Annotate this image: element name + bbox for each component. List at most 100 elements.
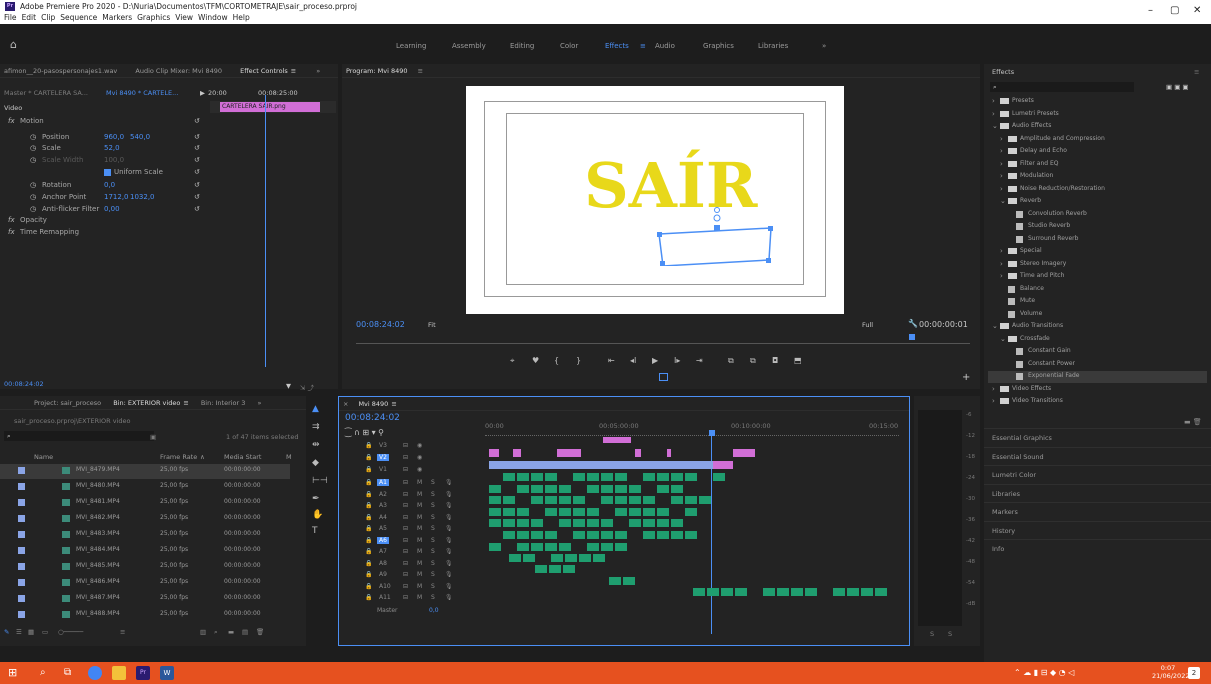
edit-pencil-icon[interactable]: ✎ <box>4 628 9 636</box>
voice-over-icon[interactable]: 🎙 <box>445 525 453 532</box>
property-value[interactable]: 100,0 <box>104 156 124 164</box>
effects-tree-item[interactable]: Constant Power <box>988 359 1207 371</box>
audio-clip[interactable] <box>545 531 557 539</box>
tab-project[interactable]: Project: sair_proceso <box>34 399 101 407</box>
workspace-section-markers[interactable]: Markers <box>984 502 1211 520</box>
audio-clip[interactable] <box>777 588 789 596</box>
minimize-button[interactable]: – <box>1148 5 1153 16</box>
track-name[interactable]: V3 <box>377 442 389 449</box>
audio-clip[interactable] <box>671 496 683 504</box>
mute-button[interactable]: M <box>417 491 422 498</box>
master-value[interactable]: 0,0 <box>429 607 439 614</box>
play-clip-icon[interactable]: ▶ <box>200 89 205 97</box>
comparison-view-icon[interactable]: ⬒ <box>794 356 802 365</box>
transform-handles[interactable] <box>651 206 781 266</box>
audio-clip[interactable] <box>601 543 613 551</box>
effects-tree-item[interactable]: › Video Transitions <box>988 396 1207 408</box>
effects-tree-item[interactable]: › Presets <box>988 96 1207 108</box>
project-item-row[interactable]: MVI_8484.MP4 25,00 fps 00:00:00:00 <box>0 544 290 559</box>
clip[interactable] <box>489 461 733 469</box>
audio-clip[interactable] <box>517 508 529 516</box>
workspace-graphics[interactable]: Graphics <box>703 42 734 50</box>
audio-clip[interactable] <box>671 519 683 527</box>
chevron-right-icon[interactable]: › <box>1000 147 1003 155</box>
mark-in-icon[interactable]: { <box>554 356 559 365</box>
audio-clip[interactable] <box>551 554 563 562</box>
audio-clip[interactable] <box>615 496 627 504</box>
project-item-row[interactable]: MVI_8485.MP4 25,00 fps 00:00:00:00 <box>0 560 290 575</box>
audio-clip[interactable] <box>587 519 599 527</box>
track-lock-icon[interactable]: 🔒 <box>365 537 372 544</box>
menu-clip[interactable]: Clip <box>41 13 55 22</box>
system-tray-icons[interactable]: ⌃ ☁ ▮ ⊟ ◆ ◔ ◁ <box>1014 668 1074 677</box>
audio-clip[interactable] <box>573 473 585 481</box>
audio-clip[interactable] <box>615 508 627 516</box>
effects-tree-item[interactable]: › Special <box>988 246 1207 258</box>
track-name[interactable]: A7 <box>377 548 389 555</box>
track-lock-icon[interactable]: 🔒 <box>365 594 372 601</box>
icon-view-icon[interactable]: ▦ <box>28 628 34 636</box>
effect-property-row[interactable]: Uniform Scale ↺ <box>0 168 208 179</box>
property-value[interactable]: 960,0 <box>104 133 124 141</box>
mute-button[interactable]: M <box>417 594 422 601</box>
stopwatch-icon[interactable]: ◷ <box>30 144 36 152</box>
audio-clip[interactable] <box>643 531 655 539</box>
voice-over-icon[interactable]: 🎙 <box>445 583 453 590</box>
fx-badge-icon[interactable]: fx <box>8 216 15 224</box>
new-bin-icon[interactable]: ▣ <box>150 433 156 441</box>
audio-clip[interactable] <box>609 577 621 585</box>
mute-button[interactable]: M <box>417 583 422 590</box>
track-sync-icon[interactable]: ⊟ <box>403 537 408 544</box>
workspace-color[interactable]: Color <box>560 42 578 50</box>
voice-over-icon[interactable]: 🎙 <box>445 514 453 521</box>
workspace-more-icon[interactable]: » <box>822 42 826 50</box>
new-bin-bottom-icon[interactable]: ▬ <box>228 628 234 636</box>
clip[interactable] <box>557 449 581 457</box>
effects-tree-item[interactable]: › Noise Reduction/Restoration <box>988 184 1207 196</box>
track-sync-icon[interactable]: ⊟ <box>403 514 408 521</box>
audio-clip[interactable] <box>559 543 571 551</box>
more-panels-icon[interactable]: » <box>316 67 320 75</box>
chevron-right-icon[interactable]: › <box>992 97 995 105</box>
effects-tree-item[interactable]: › Modulation <box>988 171 1207 183</box>
audio-clip[interactable] <box>615 473 627 481</box>
mute-button[interactable]: M <box>417 560 422 567</box>
export-icon[interactable]: ⇲ ⤴ <box>300 382 314 392</box>
accelerated-effects-icon[interactable]: ▣ ▣ ▣ <box>1166 83 1189 91</box>
audio-clip[interactable] <box>517 519 529 527</box>
chevron-right-icon[interactable]: › <box>1000 172 1003 180</box>
chrome-icon[interactable] <box>88 666 102 680</box>
audio-clip[interactable] <box>535 565 547 573</box>
effect-property-row[interactable]: fx Motion ↺ <box>0 117 208 128</box>
project-item-row[interactable]: MVI_8480.MP4 25,00 fps 00:00:00:00 <box>0 480 290 495</box>
audio-clip[interactable] <box>563 565 575 573</box>
voice-over-icon[interactable]: 🎙 <box>445 548 453 555</box>
audio-clip[interactable] <box>671 531 683 539</box>
video-frame[interactable]: SAÍR <box>466 86 844 314</box>
audio-clip[interactable] <box>489 519 501 527</box>
fx-badge-icon[interactable]: fx <box>8 228 15 236</box>
track-lock-icon[interactable]: 🔒 <box>365 479 372 486</box>
audio-clip[interactable] <box>643 496 655 504</box>
audio-clip[interactable] <box>629 519 641 527</box>
solo-button[interactable]: S <box>431 560 435 567</box>
effects-tree-item[interactable]: ⌄ Audio Effects <box>988 121 1207 133</box>
audio-clip[interactable] <box>573 508 585 516</box>
track-sync-icon[interactable]: ⊟ <box>403 583 408 590</box>
program-time-ruler[interactable] <box>356 336 970 344</box>
audio-clip[interactable] <box>847 588 859 596</box>
chevron-down-icon[interactable]: ⌄ <box>992 322 998 330</box>
program-playhead[interactable] <box>909 334 915 340</box>
audio-clip[interactable] <box>573 519 585 527</box>
favorite-icon[interactable]: ♥ <box>532 356 539 365</box>
audio-track-header[interactable]: 🔒 A9 ⊟ M S 🎙 <box>347 570 477 581</box>
effect-property-row[interactable]: fx Time Remapping <box>0 228 208 239</box>
workspace-section-history[interactable]: History <box>984 520 1211 539</box>
audio-clip[interactable] <box>699 496 711 504</box>
audio-clip[interactable] <box>601 531 613 539</box>
property-value[interactable]: 0,0 <box>104 181 115 189</box>
program-title[interactable]: Program: Mvi 8490 <box>346 67 408 75</box>
audio-clip[interactable] <box>523 554 535 562</box>
audio-clip[interactable] <box>509 554 521 562</box>
audio-clip[interactable] <box>573 531 585 539</box>
